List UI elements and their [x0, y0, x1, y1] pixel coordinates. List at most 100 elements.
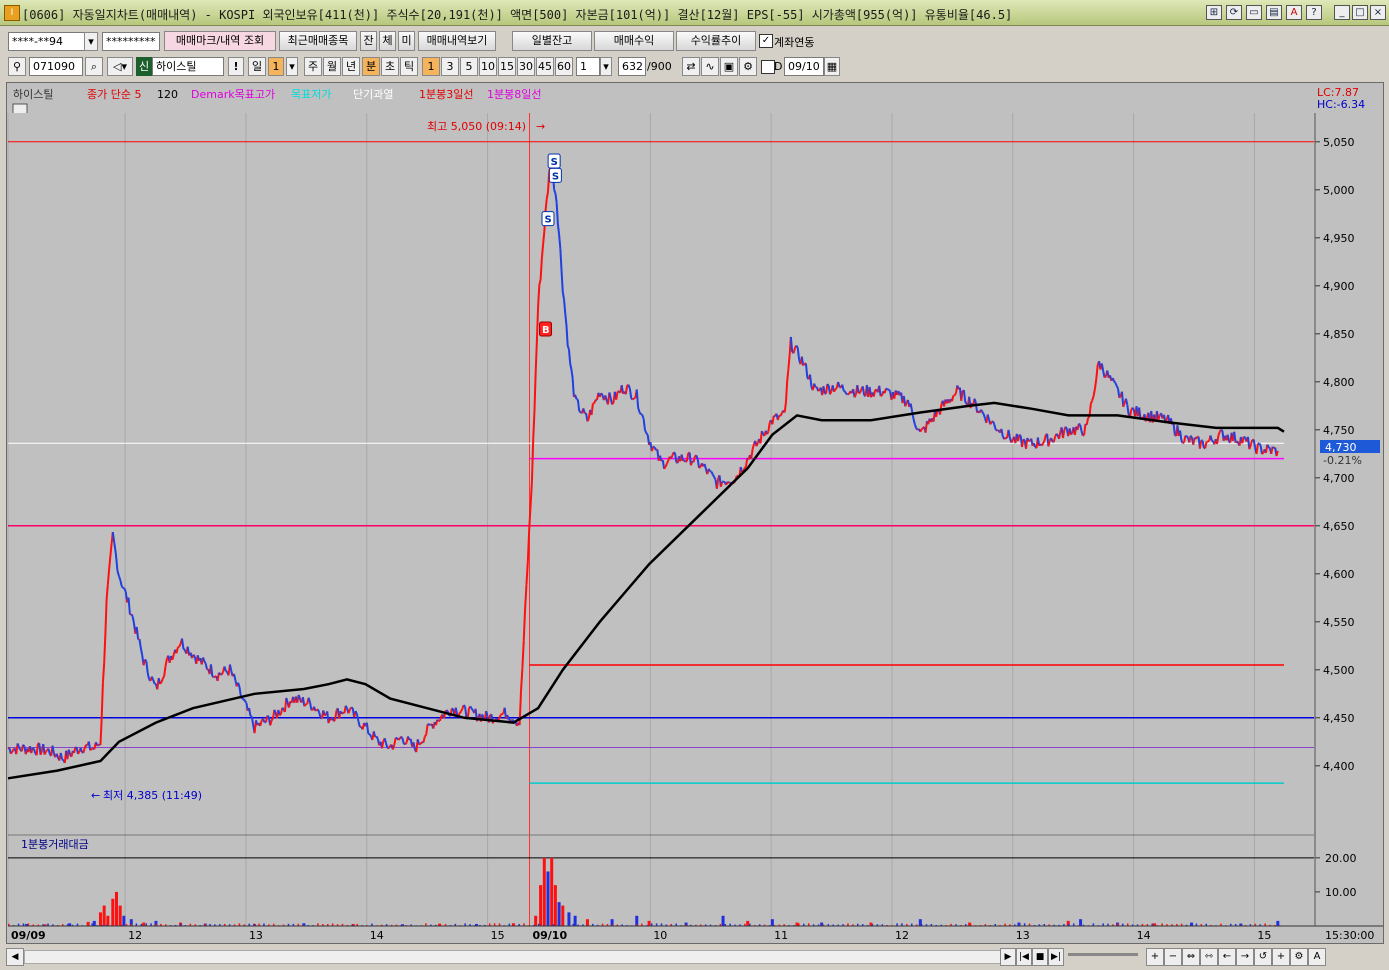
- play-icon[interactable]: ▶|: [1048, 948, 1064, 966]
- refresh-icon[interactable]: ⟳: [1226, 5, 1242, 20]
- indicator-icon[interactable]: ∿: [701, 57, 719, 76]
- bar-count-input[interactable]: 632: [618, 57, 646, 76]
- balance-button[interactable]: 잔: [360, 31, 377, 51]
- price-segment: [393, 737, 397, 746]
- zoom-in-icon[interactable]: +: [1146, 948, 1164, 966]
- chevron-down-icon[interactable]: ▾: [600, 57, 612, 76]
- pin-icon[interactable]: ⚲: [8, 57, 26, 76]
- price-segment: [755, 442, 759, 447]
- volume-bar: [114, 891, 118, 926]
- save-icon[interactable]: ▣: [720, 57, 738, 76]
- calendar-icon[interactable]: ▦: [824, 57, 840, 76]
- stock-name-field[interactable]: 하이스틸: [152, 57, 224, 76]
- date-checkbox[interactable]: [761, 60, 775, 74]
- tab-second[interactable]: 초: [381, 57, 399, 76]
- price-segment: [404, 741, 408, 745]
- price-segment: [1198, 440, 1203, 449]
- minute-option-1[interactable]: 1: [422, 57, 440, 76]
- price-segment: [521, 640, 525, 669]
- price-segment: [506, 714, 510, 720]
- price-segment: [1111, 377, 1115, 382]
- zoom-slider[interactable]: [1068, 953, 1138, 956]
- alert-icon[interactable]: !: [228, 57, 244, 76]
- price-segment: [982, 413, 986, 419]
- daily-balance-button[interactable]: 일별잔고: [512, 31, 592, 51]
- horizontal-scrollbar[interactable]: [24, 950, 1002, 964]
- print-icon[interactable]: ▤: [1266, 5, 1282, 20]
- date-input[interactable]: 09/10: [784, 57, 824, 76]
- price-segment: [1052, 436, 1057, 443]
- price-segment: [834, 387, 838, 391]
- maximize-icon[interactable]: □: [1352, 5, 1368, 20]
- minute-option-30[interactable]: 30: [517, 57, 535, 76]
- price-segment: [951, 395, 955, 402]
- price-segment: [164, 658, 168, 667]
- trade-profit-button[interactable]: 매매수익: [594, 31, 674, 51]
- price-segment: [861, 386, 866, 396]
- price-segment: [685, 452, 690, 462]
- reset-icon[interactable]: ↺: [1254, 948, 1272, 966]
- volume-bar: [557, 902, 561, 926]
- price-segment: [641, 414, 645, 420]
- step-back-icon[interactable]: |◀: [1016, 948, 1032, 966]
- unfilled-button[interactable]: 미: [398, 31, 415, 51]
- account-link-checkbox[interactable]: ✓: [759, 34, 773, 48]
- close-icon[interactable]: ×: [1370, 5, 1386, 20]
- arrows-icon[interactable]: ⇄: [682, 57, 700, 76]
- account-link-label: 계좌연동: [774, 36, 815, 49]
- screen-icon[interactable]: ▭: [1246, 5, 1262, 20]
- price-segment: [1078, 422, 1081, 426]
- window-tool-icon[interactable]: ⊞: [1206, 5, 1222, 20]
- minimize-icon[interactable]: _: [1334, 5, 1350, 20]
- stock-chart[interactable]: 하이스틸 종가 단순 5 120 Demark목표고가 목표저가 단기과열 1분…: [7, 83, 1383, 943]
- search-icon[interactable]: ⌕: [85, 57, 103, 76]
- scroll-left-icon[interactable]: ◀: [6, 948, 24, 966]
- font-size-icon[interactable]: A: [1308, 948, 1326, 966]
- tab-month[interactable]: 월: [323, 57, 341, 76]
- settings-icon[interactable]: ⚙: [1290, 948, 1308, 966]
- password-field[interactable]: *********: [102, 32, 160, 51]
- move-left-icon[interactable]: ←: [1218, 948, 1236, 966]
- zoom-out-icon[interactable]: −: [1164, 948, 1182, 966]
- speaker-icon[interactable]: ◁▾: [107, 57, 133, 76]
- day-count-field[interactable]: 1: [268, 57, 284, 76]
- stop-icon[interactable]: ■: [1032, 948, 1048, 966]
- crosshair-icon[interactable]: +: [1272, 948, 1290, 966]
- tab-tick[interactable]: 틱: [400, 57, 418, 76]
- minute-option-10[interactable]: 10: [479, 57, 497, 76]
- price-segment: [1243, 435, 1246, 439]
- price-segment: [1026, 437, 1030, 442]
- tab-week[interactable]: 주: [304, 57, 322, 76]
- tab-minute[interactable]: 분: [362, 57, 380, 76]
- price-segment: [225, 670, 228, 673]
- trade-history-button[interactable]: 매매내역보기: [418, 31, 496, 51]
- chevron-down-icon[interactable]: ▾: [286, 57, 298, 76]
- minute-option-15[interactable]: 15: [498, 57, 516, 76]
- move-right-icon[interactable]: →: [1236, 948, 1254, 966]
- scroll-right-icon[interactable]: ▶: [1000, 948, 1016, 966]
- tab-day[interactable]: 일: [248, 57, 266, 76]
- gear-icon[interactable]: ⚙: [739, 57, 757, 76]
- price-segment: [604, 395, 608, 401]
- recent-trades-button[interactable]: 최근매매종목: [279, 31, 357, 51]
- minute-option-60[interactable]: 60: [555, 57, 573, 76]
- return-trend-button[interactable]: 수익률추이: [676, 31, 756, 51]
- minute-option-5[interactable]: 5: [460, 57, 478, 76]
- volume-bar: [573, 915, 577, 926]
- price-segment: [853, 394, 857, 398]
- trade-mark-query-button[interactable]: 매매마크/내역 조회: [164, 31, 276, 51]
- minute-option-45[interactable]: 45: [536, 57, 554, 76]
- fill-button[interactable]: 체: [379, 31, 396, 51]
- stock-code-input[interactable]: 071090: [29, 57, 83, 76]
- price-segment: [578, 410, 582, 413]
- help-icon[interactable]: ?: [1306, 5, 1322, 20]
- font-icon[interactable]: A: [1286, 5, 1302, 20]
- tab-year[interactable]: 년: [342, 57, 360, 76]
- minute-option-3[interactable]: 3: [441, 57, 459, 76]
- price-segment: [104, 598, 108, 634]
- chevron-down-icon[interactable]: ▾: [84, 32, 98, 51]
- collapse-icon[interactable]: ⇿: [1200, 948, 1218, 966]
- chart-area[interactable]: 하이스틸 종가 단순 5 120 Demark목표고가 목표저가 단기과열 1분…: [6, 82, 1384, 944]
- expand-icon[interactable]: ⇔: [1182, 948, 1200, 966]
- interval-input[interactable]: 1: [576, 57, 600, 76]
